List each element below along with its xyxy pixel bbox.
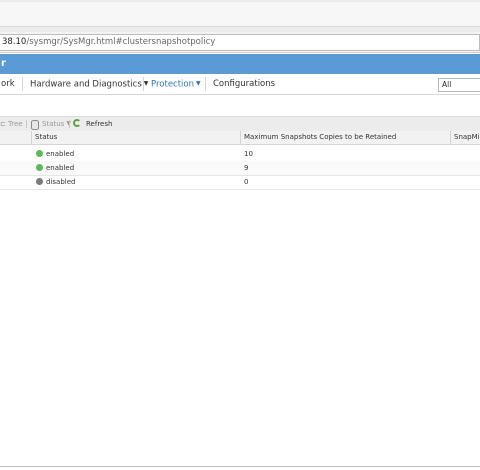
search-scope-select[interactable]: All xyxy=(438,78,480,92)
tree-button-label: Tree xyxy=(8,120,23,128)
refresh-button-label: Refresh xyxy=(86,120,113,128)
status-cell: disabled xyxy=(46,178,76,186)
table-row[interactable]: enabled 9 xyxy=(0,161,480,176)
column-divider[interactable] xyxy=(240,131,241,144)
max-copies-cell: 0 xyxy=(244,178,249,186)
menu-item-protection[interactable]: Protection ▼ xyxy=(151,74,201,94)
url-host: 38.10 xyxy=(2,37,27,47)
refresh-icon[interactable] xyxy=(73,119,81,127)
column-divider[interactable] xyxy=(450,131,451,144)
main-menu-bar: ork Hardware and Diagnostics ▼ Protection… xyxy=(0,74,480,95)
menu-item-label: ork xyxy=(1,79,15,89)
menu-separator xyxy=(143,77,144,91)
column-divider[interactable] xyxy=(31,131,32,144)
search-scope-value: All xyxy=(442,80,452,89)
toolbar-separator xyxy=(26,120,27,128)
menu-item-label: Hardware and Diagnostics xyxy=(30,79,142,90)
status-dropdown-button[interactable]: Status▼ xyxy=(42,117,71,131)
refresh-button[interactable]: Refresh xyxy=(86,117,112,131)
toolbar-separator xyxy=(69,120,70,128)
url-text[interactable]: 38.10/sysmgr/SysMgr.html#clustersnapshot… xyxy=(2,35,215,50)
tree-button[interactable]: Tree xyxy=(8,117,23,131)
table-row[interactable]: disabled 0 xyxy=(0,175,480,190)
status-button-label: Status xyxy=(42,120,65,128)
menu-separator xyxy=(22,77,23,91)
tree-icon: ⊏ xyxy=(0,120,6,128)
menu-item-label: Protection xyxy=(151,79,195,90)
status-enabled-icon xyxy=(36,150,43,157)
browser-toolbar xyxy=(0,2,480,27)
caret-down-icon: ▼ xyxy=(196,80,201,87)
menu-item-configurations[interactable]: Configurations xyxy=(213,74,275,94)
grid-toolbar: ⊏ Tree Status▼ Refresh xyxy=(0,116,480,132)
page-title-area xyxy=(0,95,480,115)
address-bar[interactable]: 38.10/sysmgr/SysMgr.html#clustersnapshot… xyxy=(0,34,480,51)
status-enabled-icon xyxy=(36,164,43,171)
menu-separator xyxy=(205,77,206,91)
menu-item-label: Configurations xyxy=(213,79,276,89)
menu-item-network[interactable]: ork xyxy=(1,74,15,94)
address-bar-row: 38.10/sysmgr/SysMgr.html#clustersnapshot… xyxy=(0,32,480,53)
menu-item-hardware-diagnostics[interactable]: Hardware and Diagnostics ▼ xyxy=(30,74,148,94)
status-disabled-icon xyxy=(36,178,43,185)
window-bottom-border xyxy=(0,466,480,467)
table-row[interactable]: enabled 10 xyxy=(0,147,480,162)
status-database-icon xyxy=(31,120,39,130)
caret-down-icon: ▼ xyxy=(143,80,149,87)
column-header-status[interactable]: Status xyxy=(35,131,57,144)
browser-tab-strip xyxy=(0,0,480,33)
max-copies-cell: 9 xyxy=(244,164,249,172)
app-header-banner: r xyxy=(0,54,480,74)
grid-header-row: Status Maximum Snapshots Copies to be Re… xyxy=(0,131,480,145)
url-path: /sysmgr/SysMgr.html#clustersnapshotpolic… xyxy=(26,37,216,47)
app-title-fragment: r xyxy=(1,58,6,69)
max-copies-cell: 10 xyxy=(244,150,253,158)
column-header-max-snapshots[interactable]: Maximum Snapshots Copies to be Retained xyxy=(244,131,396,144)
status-cell: enabled xyxy=(46,150,75,158)
column-header-snapmirror[interactable]: SnapMir xyxy=(454,131,480,144)
status-cell: enabled xyxy=(46,164,75,172)
